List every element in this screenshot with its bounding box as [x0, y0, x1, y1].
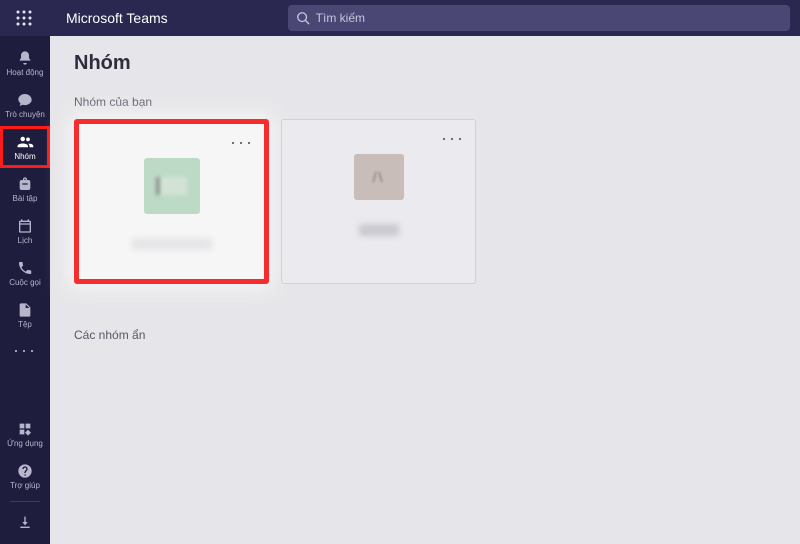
titlebar: Microsoft Teams	[0, 0, 800, 36]
card-more-button[interactable]: ···	[230, 132, 254, 153]
download-icon	[16, 513, 34, 531]
app-root: Microsoft Teams Hoạt động Trò chuyện	[0, 0, 800, 544]
calendar-icon	[16, 217, 34, 235]
file-icon	[16, 301, 34, 319]
page-title: Nhóm	[74, 52, 776, 75]
teams-grid: ··· ··· /\	[50, 119, 800, 284]
app-title: Microsoft Teams	[66, 10, 168, 26]
rail-item-calls[interactable]: Cuộc gọi	[0, 252, 50, 294]
rail-item-help[interactable]: Trợ giúp	[0, 455, 50, 497]
chat-icon	[16, 91, 34, 109]
rail-item-teams[interactable]: Nhóm	[0, 126, 50, 168]
team-card[interactable]: ··· /\	[281, 119, 476, 284]
team-avatar: /\	[354, 154, 404, 200]
backpack-icon	[16, 175, 34, 193]
app-launcher-button[interactable]	[10, 4, 38, 32]
search-icon	[296, 11, 310, 25]
rail-item-apps[interactable]: Ứng dụng	[0, 413, 50, 455]
rail-item-chat[interactable]: Trò chuyện	[0, 84, 50, 126]
your-teams-label: Nhóm của bạn	[50, 75, 800, 119]
rail-item-files[interactable]: Tệp	[0, 294, 50, 336]
rail-item-calendar[interactable]: Lịch	[0, 210, 50, 252]
left-rail: Hoạt động Trò chuyện Nhóm Bài tập	[0, 36, 50, 544]
teams-icon	[16, 133, 34, 151]
team-avatar	[144, 158, 200, 214]
waffle-icon	[16, 10, 32, 26]
help-icon	[16, 462, 34, 480]
rail-divider	[10, 501, 40, 502]
main-content: Nhóm Nhóm của bạn ··· ··· /\ Các nhóm ẩn	[50, 36, 800, 544]
rail-item-activity[interactable]: Hoạt động	[0, 42, 50, 84]
body: Hoạt động Trò chuyện Nhóm Bài tập	[0, 36, 800, 544]
search-box[interactable]	[288, 5, 790, 31]
team-name-redacted	[132, 238, 212, 250]
card-more-button[interactable]: ···	[441, 128, 465, 149]
bell-icon	[16, 49, 34, 67]
hidden-teams-label: Các nhóm ẩn	[50, 284, 800, 352]
search-input[interactable]	[316, 11, 782, 25]
team-card[interactable]: ···	[74, 119, 269, 284]
rail-item-assignments[interactable]: Bài tập	[0, 168, 50, 210]
team-name-redacted	[359, 224, 399, 236]
apps-icon	[16, 420, 34, 438]
phone-icon	[16, 259, 34, 277]
rail-more-button[interactable]: ···	[13, 340, 37, 361]
rail-item-download[interactable]	[0, 506, 50, 538]
page-header: Nhóm	[50, 36, 800, 75]
